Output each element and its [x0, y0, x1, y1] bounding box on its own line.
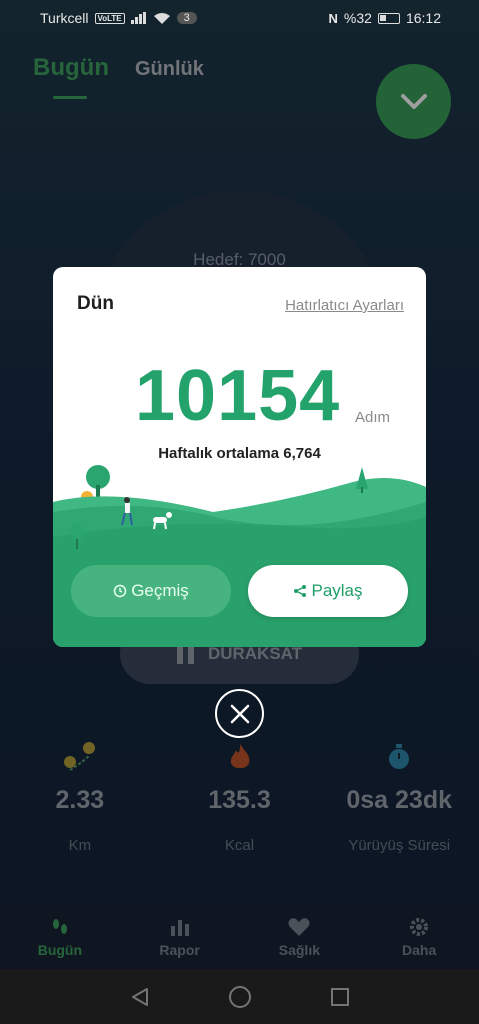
history-label: Geçmiş — [131, 581, 189, 600]
share-icon — [294, 585, 307, 597]
close-dialog-button[interactable] — [215, 689, 264, 738]
nfc-icon: N — [328, 10, 338, 26]
status-bar: Turkcell VoLTE 3 N %32 16:12 — [0, 0, 479, 36]
step-count: 10154 — [135, 356, 341, 436]
signal-icon — [130, 12, 146, 24]
volte-badge: VoLTE — [94, 12, 125, 24]
clock: 16:12 — [405, 10, 441, 26]
history-button[interactable]: Geçmiş — [71, 565, 231, 617]
landscape-illustration — [53, 465, 426, 647]
history-icon — [113, 584, 127, 598]
notification-count: 3 — [176, 12, 197, 24]
battery-percent: %32 — [343, 10, 372, 26]
reminder-settings-link[interactable]: Hatırlatıcı Ayarları — [285, 297, 404, 314]
share-button[interactable]: Paylaş — [248, 565, 408, 617]
step-unit: Adım — [355, 409, 391, 426]
close-icon — [230, 704, 249, 723]
dialog-title: Dün — [77, 293, 114, 314]
battery-icon — [377, 12, 400, 24]
wifi-icon — [153, 12, 170, 24]
yesterday-summary-dialog: Dün Hatırlatıcı Ayarları 10154 Adım Haft… — [53, 267, 426, 647]
carrier-name: Turkcell — [40, 10, 89, 26]
share-label: Paylaş — [311, 581, 363, 600]
